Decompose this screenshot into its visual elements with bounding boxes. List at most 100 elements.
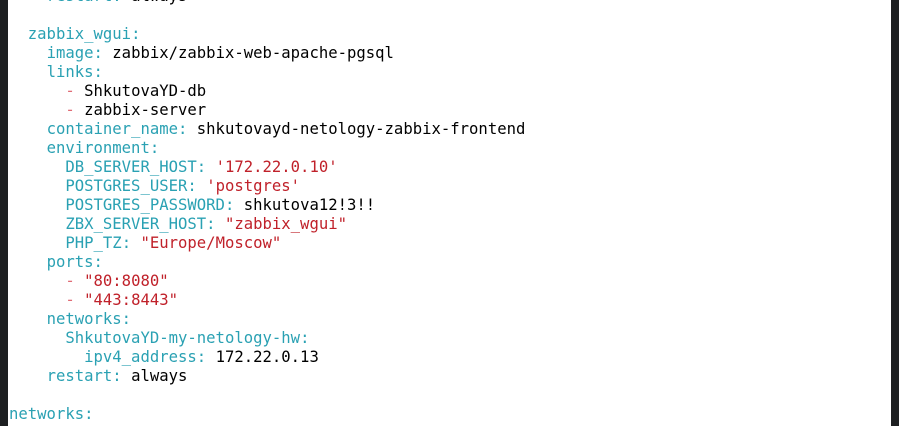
yaml-value: "zabbix_wgui": [224, 215, 348, 233]
colon: :: [112, 367, 122, 385]
yaml-value: shkutovayd-netology-zabbix-frontend: [196, 120, 526, 138]
scrollbar[interactable]: [891, 0, 899, 426]
code-line: links:: [9, 63, 889, 82]
code-line: environment:: [9, 139, 889, 158]
yaml-value: 'postgres': [206, 177, 301, 195]
yaml-key: POSTGRES_PASSWORD: [65, 196, 225, 214]
yaml-key: container_name: [46, 120, 178, 138]
yaml-key: networks: [46, 310, 122, 328]
colon: :: [121, 234, 132, 252]
colon: :: [196, 348, 207, 366]
colon: :: [300, 329, 310, 347]
yaml-value: zabbix-server: [84, 101, 207, 119]
colon: :: [149, 139, 160, 157]
yaml-value: "443:8443": [84, 291, 179, 309]
code-line: restart: always: [9, 367, 889, 386]
code-line: image: zabbix/zabbix-web-apache-pgsql: [9, 44, 889, 63]
yaml-value: zabbix/zabbix-web-apache-pgsql: [112, 44, 394, 62]
yaml-key: DB_SERVER_HOST: [65, 158, 197, 176]
colon: :: [93, 253, 103, 271]
colon: :: [187, 177, 197, 195]
text-editor[interactable]: restart: always zabbix_wgui: image: zabb…: [0, 0, 899, 426]
code-line: ZBX_SERVER_HOST: "zabbix_wgui": [9, 215, 889, 234]
code-line: POSTGRES_PASSWORD: shkutova12!3!!: [9, 196, 889, 215]
yaml-key: ports: [46, 253, 94, 271]
left-gutter: [0, 0, 8, 426]
colon: :: [112, 0, 121, 5]
code-line: - "80:8080": [9, 272, 889, 291]
code-line: - ShkutovaYD-db: [9, 82, 889, 101]
colon: :: [93, 44, 103, 62]
code-line: - "443:8443": [9, 291, 889, 310]
code-line: ipv4_address: 172.22.0.13: [9, 348, 889, 367]
colon: :: [206, 215, 216, 233]
yaml-value: ShkutovaYD-db: [84, 82, 207, 100]
code-line: container_name: shkutovayd-netology-zabb…: [9, 120, 889, 139]
yaml-value: 172.22.0.13: [215, 348, 319, 366]
yaml-value: '172.22.0.10': [215, 158, 338, 176]
list-dash: -: [65, 272, 75, 290]
yaml-key: restart: [47, 0, 113, 5]
code-line: networks:: [9, 405, 889, 424]
yaml-value: "80:8080": [84, 272, 169, 290]
code-line: PHP_TZ: "Europe/Moscow": [9, 234, 889, 253]
code-line: POSTGRES_USER: 'postgres': [9, 177, 889, 196]
code-line: ShkutovaYD-my-netology-hw:: [9, 329, 889, 348]
colon: :: [84, 405, 94, 423]
yaml-value: always: [131, 0, 187, 5]
yaml-key: PHP_TZ: [65, 234, 122, 252]
list-dash: -: [65, 101, 75, 119]
yaml-key: ipv4_address: [84, 348, 197, 366]
yaml-key: image: [46, 44, 94, 62]
colon: :: [93, 63, 103, 81]
colon: :: [196, 158, 207, 176]
colon: :: [178, 120, 188, 138]
list-dash: -: [65, 82, 75, 100]
code-line: ports:: [9, 253, 889, 272]
editor-content[interactable]: restart: always zabbix_wgui: image: zabb…: [9, 0, 889, 424]
yaml-key: environment: [46, 139, 150, 157]
code-line: zabbix_wgui:: [9, 25, 889, 44]
yaml-key: POSTGRES_USER: [65, 177, 188, 195]
code-line: - zabbix-server: [9, 101, 889, 120]
yaml-key: ZBX_SERVER_HOST: [65, 215, 207, 233]
yaml-value: shkutova12!3!!: [243, 196, 376, 214]
yaml-key: restart: [46, 367, 113, 385]
colon: :: [131, 25, 141, 43]
colon: :: [224, 196, 235, 214]
list-dash: -: [65, 291, 75, 309]
yaml-key: links: [46, 63, 94, 81]
yaml-key: networks: [9, 405, 85, 423]
yaml-key: zabbix_wgui: [27, 25, 132, 43]
yaml-value: "Europe/Moscow": [140, 234, 282, 252]
